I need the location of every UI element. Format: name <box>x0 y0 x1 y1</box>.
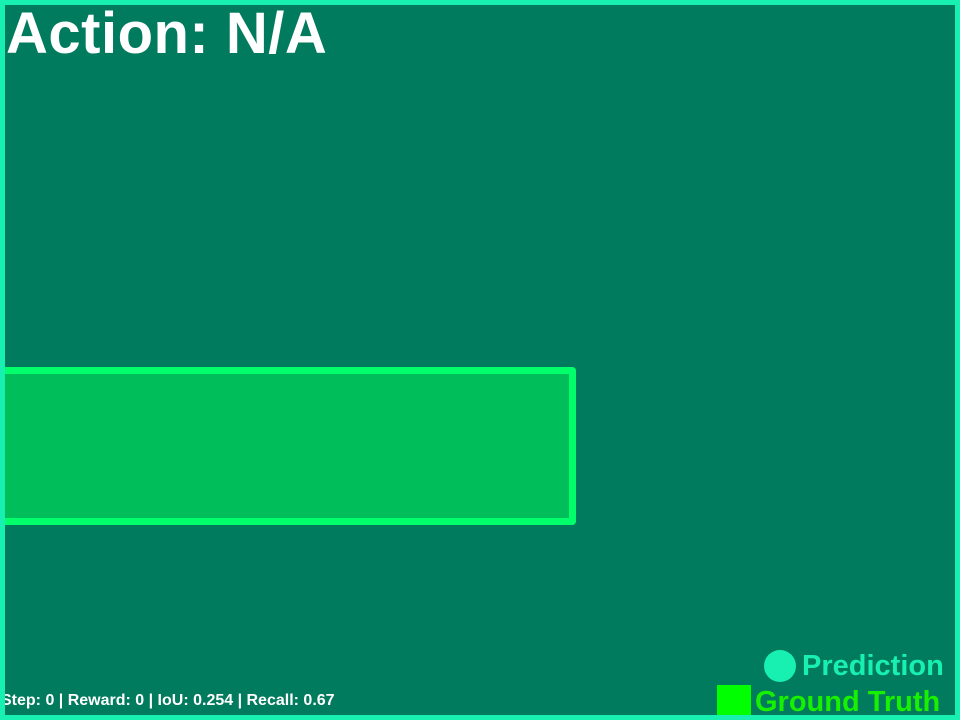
legend-ground-truth: Ground Truth <box>717 685 941 718</box>
legend-prediction: Prediction <box>764 650 944 682</box>
observation-frame: Action: N/A Step: 0 | Reward: 0 | IoU: 0… <box>0 0 960 720</box>
legend-prediction-label: Prediction <box>802 649 944 682</box>
action-title: Action: N/A <box>6 1 328 66</box>
stats-line: Step: 0 | Reward: 0 | IoU: 0.254 | Recal… <box>1 692 335 709</box>
ground-truth-box <box>5 367 576 525</box>
ground-truth-square-icon <box>717 685 751 715</box>
prediction-circle-icon <box>764 650 796 682</box>
legend-ground-truth-label: Ground Truth <box>755 685 941 718</box>
